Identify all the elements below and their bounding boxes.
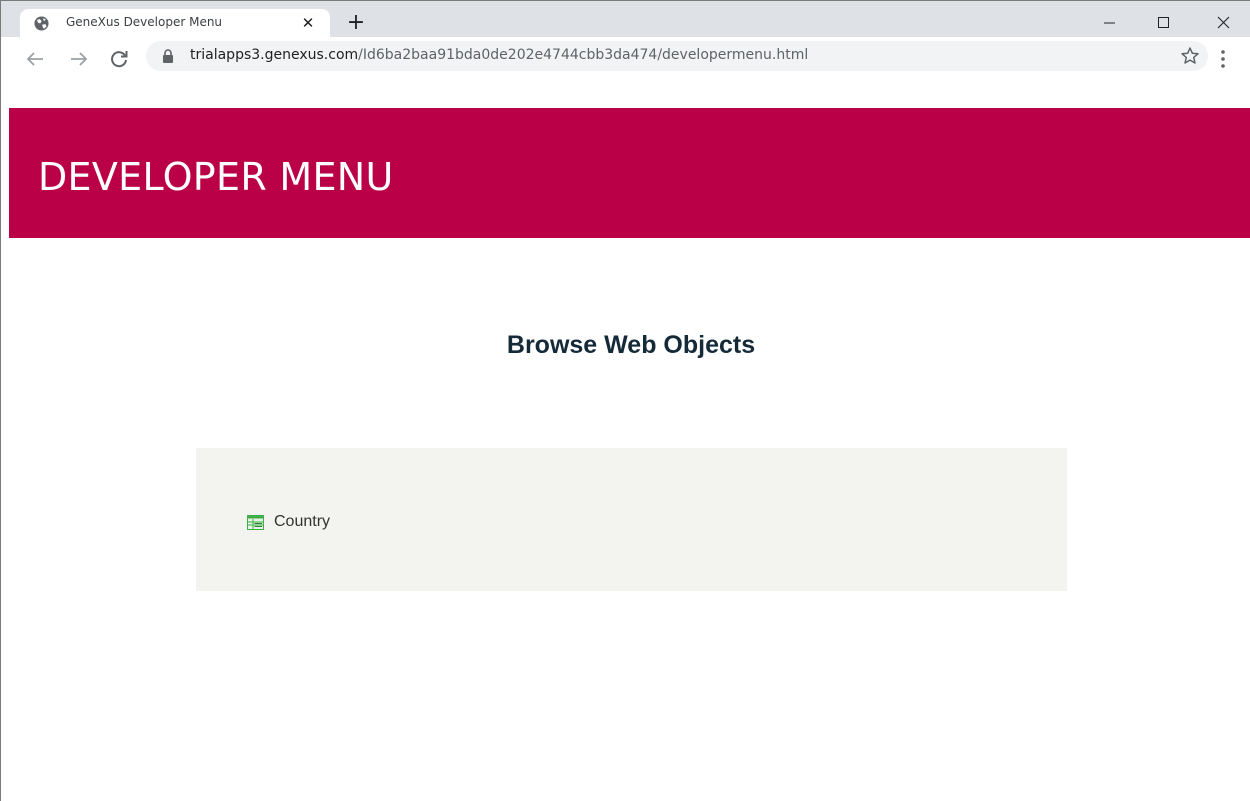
page-header: DEVELOPER MENU [9, 108, 1250, 238]
browser-tab[interactable]: GeneXus Developer Menu ✕ [20, 9, 330, 37]
close-icon[interactable] [1198, 1, 1244, 33]
globe-icon [34, 16, 49, 31]
bookmark-star-icon[interactable] [1180, 46, 1200, 66]
more-menu-icon[interactable] [1215, 47, 1231, 71]
url-text[interactable]: trialapps3.genexus.com/Id6ba2baa91bda0de… [190, 47, 808, 63]
tab-title: GeneXus Developer Menu [66, 15, 223, 29]
tab-strip: GeneXus Developer Menu ✕ + [1, 1, 1250, 37]
minimize-icon[interactable] [1086, 1, 1132, 33]
browser-window: GeneXus Developer Menu ✕ + trialapps3.ge… [0, 0, 1250, 801]
maximize-icon[interactable] [1141, 1, 1187, 33]
url-path: /Id6ba2baa91bda0de202e4744cbb3da474/deve… [358, 47, 809, 63]
reload-icon[interactable] [107, 47, 131, 71]
lock-icon[interactable] [162, 49, 174, 63]
web-objects-panel: Country [196, 448, 1067, 591]
section-heading: Browse Web Objects [506, 331, 756, 359]
new-tab-button[interactable]: + [344, 12, 368, 36]
url-host: trialapps3.genexus.com [190, 47, 359, 63]
page-title: DEVELOPER MENU [38, 155, 394, 199]
object-label: Country [274, 513, 331, 530]
grid-icon [247, 515, 264, 530]
back-arrow-icon[interactable] [23, 47, 47, 71]
tab-close-icon[interactable]: ✕ [299, 14, 317, 32]
forward-arrow-icon[interactable] [67, 47, 91, 71]
address-bar[interactable]: trialapps3.genexus.com/Id6ba2baa91bda0de… [146, 41, 1208, 71]
browser-toolbar: trialapps3.genexus.com/Id6ba2baa91bda0de… [1, 37, 1250, 107]
